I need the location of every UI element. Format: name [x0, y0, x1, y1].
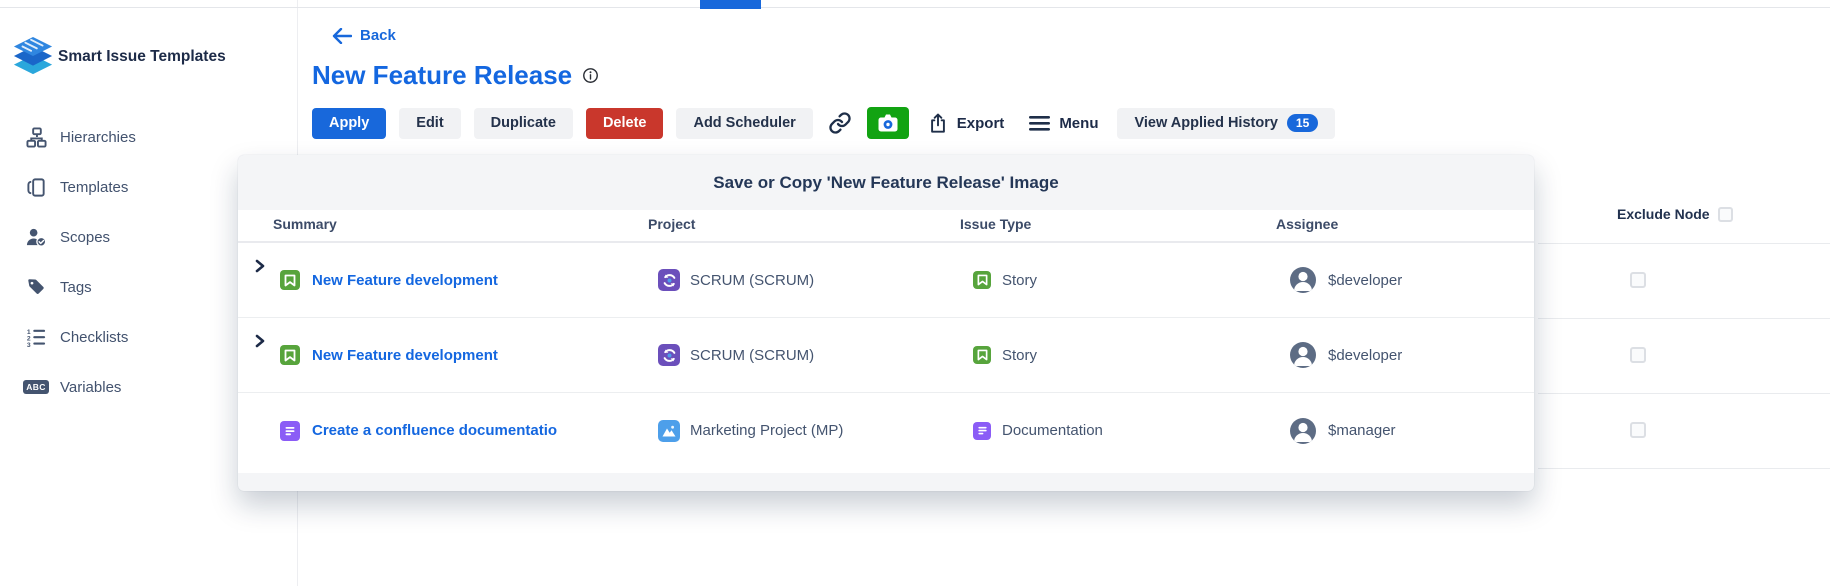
expand-chevron-icon[interactable] [254, 334, 266, 348]
scrum-project-avatar [658, 269, 680, 291]
assignee-avatar [1290, 342, 1316, 368]
app-logo-icon [12, 34, 54, 80]
column-header-project: Project [648, 216, 695, 232]
documentation-type-icon [973, 422, 991, 440]
table-row-divider [1538, 318, 1830, 319]
story-type-icon [280, 270, 300, 290]
assignee-name: $developer [1328, 272, 1402, 289]
page-title: New Feature Release [312, 60, 572, 91]
back-arrow-icon [332, 28, 352, 44]
assignee-name: $manager [1328, 422, 1396, 439]
assignee-avatar [1290, 418, 1316, 444]
add-scheduler-button[interactable]: Add Scheduler [676, 108, 812, 139]
assignee-avatar [1290, 267, 1316, 293]
story-type-icon [973, 346, 991, 364]
sidebar-item-label: Variables [60, 379, 121, 396]
marketing-project-avatar [658, 420, 680, 442]
svg-text:3: 3 [27, 342, 31, 347]
back-button[interactable]: Back [332, 27, 396, 44]
table-row-divider [1538, 468, 1830, 469]
save-image-modal: Save or Copy 'New Feature Release' Image… [238, 155, 1534, 491]
scrum-project-avatar [658, 344, 680, 366]
view-applied-history-button[interactable]: View Applied History 15 [1117, 108, 1335, 139]
copy-link-button[interactable] [826, 111, 854, 135]
duplicate-button[interactable]: Duplicate [474, 108, 573, 139]
variables-icon: ABC [24, 375, 48, 399]
story-type-icon [280, 345, 300, 365]
column-header-issue-type: Issue Type [960, 216, 1031, 232]
exclude-node-checkbox[interactable] [1630, 272, 1646, 288]
story-type-icon [973, 271, 991, 289]
edit-button[interactable]: Edit [399, 108, 460, 139]
back-label: Back [360, 27, 396, 44]
content-top-border [0, 7, 1830, 8]
table-row: Create a confluence documentatio Marketi… [238, 393, 1534, 468]
active-tab-indicator [700, 0, 761, 9]
modal-title: Save or Copy 'New Feature Release' Image [713, 173, 1058, 193]
info-icon[interactable] [582, 67, 599, 84]
table-row-divider [1538, 243, 1830, 244]
modal-header: Save or Copy 'New Feature Release' Image [238, 155, 1534, 210]
sidebar-item-label: Hierarchies [60, 129, 136, 146]
app-title: Smart Issue Templates [58, 48, 226, 66]
exclude-node-select-all-checkbox[interactable] [1718, 207, 1733, 222]
table-row: New Feature development SCRUM (SCRUM) [238, 243, 1534, 318]
delete-button[interactable]: Delete [586, 108, 664, 139]
tag-icon [24, 275, 48, 299]
history-count-badge: 15 [1287, 114, 1318, 132]
table-row-divider [1538, 393, 1830, 394]
checklist-icon: 1 2 3 [24, 325, 48, 349]
issue-type-name: Story [1002, 272, 1037, 289]
screenshot-button[interactable] [867, 107, 909, 139]
column-header-assignee: Assignee [1276, 216, 1338, 232]
menu-label: Menu [1059, 115, 1098, 132]
issue-summary-link[interactable]: New Feature development [312, 272, 498, 289]
toolbar: Apply Edit Duplicate Delete Add Schedule… [312, 107, 1335, 139]
camera-icon [876, 112, 900, 134]
issue-summary-link[interactable]: Create a confluence documentatio [312, 422, 557, 439]
table-header-row: Summary Project Issue Type Assignee [238, 210, 1534, 243]
exclude-node-checkbox[interactable] [1630, 422, 1646, 438]
templates-icon [24, 175, 48, 199]
sidebar-item-label: Templates [60, 179, 128, 196]
sidebar-item-label: Scopes [60, 229, 110, 246]
hamburger-icon [1029, 115, 1050, 131]
view-applied-history-label: View Applied History [1134, 115, 1277, 131]
expand-chevron-icon[interactable] [254, 259, 266, 273]
modal-table: Summary Project Issue Type Assignee New … [238, 210, 1534, 473]
link-icon [828, 111, 852, 135]
project-name: SCRUM (SCRUM) [690, 347, 814, 364]
exclude-node-checkbox[interactable] [1630, 347, 1646, 363]
exclude-node-label: Exclude Node [1617, 206, 1710, 222]
exclude-node-header: Exclude Node [1617, 206, 1733, 222]
issue-type-name: Documentation [1002, 422, 1103, 439]
project-name: Marketing Project (MP) [690, 422, 843, 439]
column-header-summary: Summary [273, 216, 337, 232]
export-button[interactable]: Export [922, 113, 1011, 134]
menu-button[interactable]: Menu [1023, 115, 1104, 132]
documentation-type-icon [280, 421, 300, 441]
issue-summary-link[interactable]: New Feature development [312, 347, 498, 364]
assignee-name: $developer [1328, 347, 1402, 364]
hierarchy-icon [24, 125, 48, 149]
export-icon [928, 113, 948, 134]
scopes-icon [24, 225, 48, 249]
sidebar-item-label: Checklists [60, 329, 128, 346]
project-name: SCRUM (SCRUM) [690, 272, 814, 289]
table-row: New Feature development SCRUM (SCRUM) [238, 318, 1534, 393]
abc-badge-label: ABC [23, 380, 49, 395]
export-label: Export [957, 115, 1005, 132]
apply-button[interactable]: Apply [312, 108, 386, 139]
sidebar-item-label: Tags [60, 279, 92, 296]
issue-type-name: Story [1002, 347, 1037, 364]
